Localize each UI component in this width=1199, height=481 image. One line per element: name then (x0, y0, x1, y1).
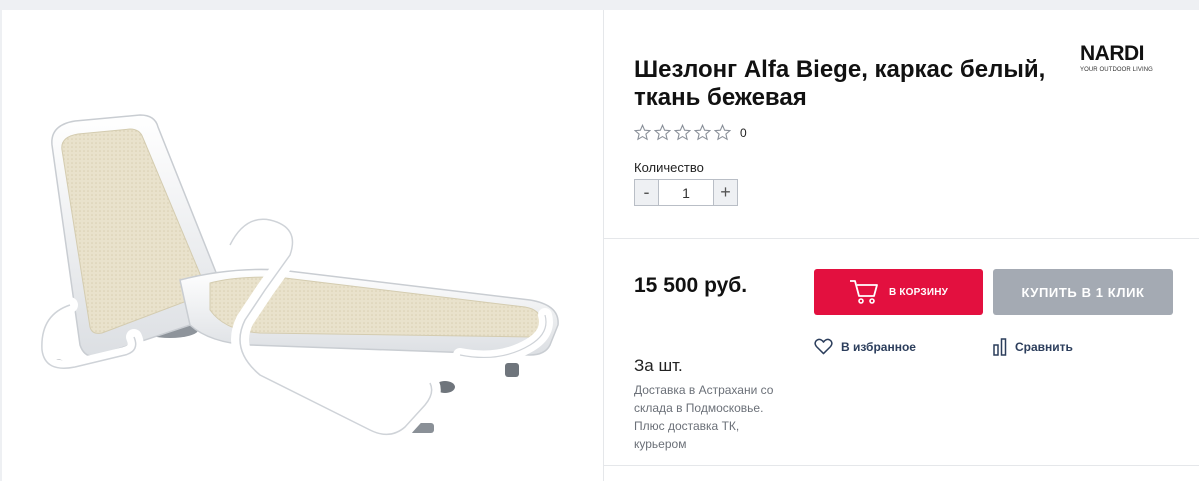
delivery-info: Доставка в Астрахани со склада в Подмоск… (634, 383, 774, 451)
quantity-input[interactable] (659, 180, 713, 205)
star-outline-icon[interactable] (654, 124, 671, 141)
panel-divider (603, 10, 604, 481)
quantity-decrease-button[interactable]: - (635, 180, 659, 205)
gallery-left-border (0, 10, 2, 481)
price-unit: За шт. (634, 356, 683, 375)
star-outline-icon[interactable] (694, 124, 711, 141)
brand-tagline: YOUR OUTDOOR LIVING (1080, 67, 1153, 73)
heart-icon (814, 338, 833, 355)
add-to-cart-button[interactable]: В КОРЗИНУ (814, 269, 983, 315)
star-outline-icon[interactable] (714, 124, 731, 141)
quantity-stepper[interactable]: - + (634, 179, 738, 206)
top-bar (0, 0, 1199, 10)
star-outline-icon[interactable] (634, 124, 651, 141)
product-title: Шезлонг Alfa Biege, каркас белый, ткань … (634, 56, 1046, 111)
rating-count: 0 (740, 125, 747, 140)
cart-icon (849, 280, 878, 304)
add-to-favorites-label: В избранное (841, 339, 916, 354)
quantity-label: Количество (634, 160, 704, 175)
brand-name: NARDI (1080, 42, 1145, 65)
compare-icon (993, 338, 1007, 356)
bottom-divider (604, 465, 1199, 466)
section-divider (604, 238, 1199, 239)
compare-label: Сравнить (1015, 340, 1073, 354)
add-to-favorites-link[interactable]: В избранное (814, 338, 916, 355)
add-to-cart-label: В КОРЗИНУ (888, 286, 949, 298)
buy-one-click-button[interactable]: КУПИТЬ В 1 КЛИК (993, 269, 1173, 315)
product-price: 15 500 руб. (634, 274, 748, 297)
star-outline-icon[interactable] (674, 124, 691, 141)
brand-logo[interactable]: NARDI YOUR OUTDOOR LIVING (1080, 43, 1166, 74)
product-image[interactable] (30, 105, 580, 445)
product-rating[interactable]: 0 (634, 124, 747, 141)
compare-link[interactable]: Сравнить (993, 338, 1073, 356)
quantity-increase-button[interactable]: + (713, 180, 737, 205)
